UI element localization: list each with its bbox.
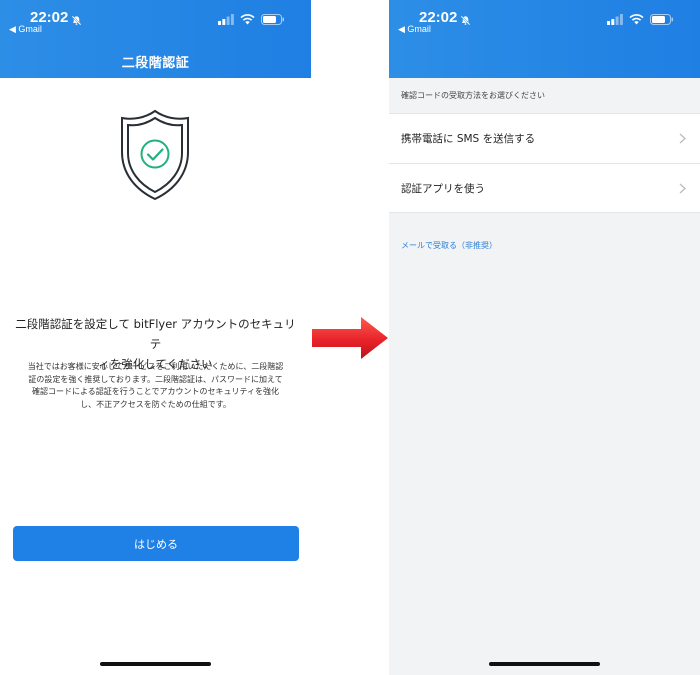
section-label: 確認コードの受取方法をお選びください [401, 91, 545, 100]
option-label: 認証アプリを使う [401, 182, 485, 195]
page-title: 二段階認証 [121, 56, 190, 71]
back-to-gmail-link[interactable]: ◀ Gmail [9, 24, 42, 35]
wifi-icon [240, 10, 255, 29]
shield-check-icon [118, 108, 192, 206]
signal-icon [607, 10, 623, 29]
battery-icon [650, 10, 674, 29]
method-option-list: 携帯電話に SMS を送信する 認証アプリを使う [389, 113, 700, 213]
screen-two-factor-intro: 22:02 ◀ Gmail 二段階認証 二段階認証を設定して bitFlyer [0, 0, 311, 675]
back-to-gmail-link[interactable]: ◀ Gmail [398, 24, 431, 35]
bell-off-icon [71, 11, 82, 30]
email-receive-link[interactable]: メールで受取る（非推奨） [401, 240, 497, 251]
wifi-icon [629, 10, 644, 29]
bell-off-icon [460, 11, 471, 30]
arrow-right-icon [311, 316, 389, 364]
battery-icon [261, 10, 285, 29]
option-authenticator-app[interactable]: 認証アプリを使う [389, 163, 700, 212]
chevron-right-icon [679, 133, 686, 147]
home-indicator[interactable] [100, 662, 211, 666]
status-indicators [607, 13, 674, 25]
screen-choose-method: 22:02 ◀ Gmail 確認コードの受取方法をお選びください 携帯電話に S… [389, 0, 700, 675]
status-indicators [218, 13, 285, 25]
description-text: 当社ではお客様に安心してサービスをご利用いただくために、二段階認 証の設定を強く… [27, 362, 284, 409]
chevron-right-icon [679, 183, 686, 197]
start-button[interactable]: はじめる [13, 526, 299, 561]
header: 22:02 ◀ Gmail [389, 0, 700, 78]
option-label: 携帯電話に SMS を送信する [401, 133, 536, 145]
option-sms[interactable]: 携帯電話に SMS を送信する [389, 114, 700, 163]
signal-icon [218, 10, 234, 29]
header: 22:02 ◀ Gmail 二段階認証 [0, 0, 311, 78]
home-indicator[interactable] [489, 662, 600, 666]
